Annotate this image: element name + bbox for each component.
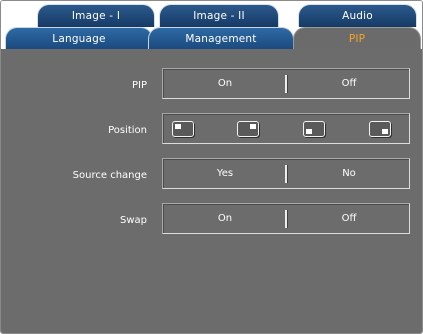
pip-window-dot (382, 129, 388, 134)
pip-window-dot (250, 124, 256, 129)
tab-management[interactable]: Management (148, 27, 294, 49)
source-change-yes-option[interactable]: Yes (163, 159, 287, 188)
pip-bottom-right-icon[interactable] (369, 121, 391, 137)
pip-off-option[interactable]: Off (287, 69, 411, 98)
pip-bottom-left-icon[interactable] (303, 121, 325, 137)
swap-label: Swap (119, 215, 147, 226)
source-change-option-box: Yes No (162, 158, 410, 189)
tab-image-1[interactable]: Image - I (37, 4, 155, 27)
osd-menu: Image - I Image - II Audio Language Mana… (0, 0, 423, 334)
source-change-no-option[interactable]: No (287, 159, 411, 188)
pip-label: PIP (131, 80, 147, 91)
tab-audio[interactable]: Audio (298, 4, 417, 27)
pip-window-dot (175, 124, 181, 129)
pip-option-box: On Off (162, 68, 410, 99)
swap-on-option[interactable]: On (163, 204, 287, 233)
swap-off-option[interactable]: Off (287, 204, 411, 233)
tab-image-2[interactable]: Image - II (159, 4, 279, 27)
source-change-label: Source change (72, 170, 147, 181)
position-option-box (162, 113, 410, 144)
pip-window-dot (306, 129, 312, 134)
pip-top-left-icon[interactable] (172, 121, 194, 137)
pip-top-right-icon[interactable] (237, 121, 259, 137)
tab-language[interactable]: Language (5, 27, 153, 49)
pip-on-option[interactable]: On (163, 69, 287, 98)
tab-pip[interactable]: PIP (293, 27, 421, 49)
settings-panel: PIP On Off Position Source change Yes No… (1, 49, 422, 333)
swap-option-box: On Off (162, 203, 410, 234)
position-label: Position (108, 125, 147, 136)
tab-bar: Image - I Image - II Audio Language Mana… (1, 1, 422, 49)
